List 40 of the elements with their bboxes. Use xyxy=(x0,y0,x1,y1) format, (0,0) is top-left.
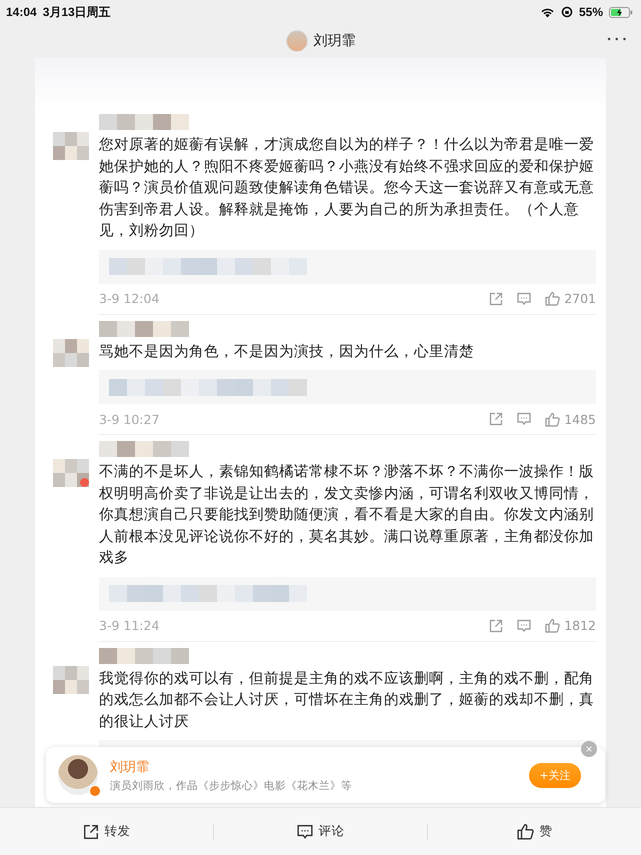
avatar[interactable] xyxy=(58,755,98,795)
battery-percent: 55% xyxy=(578,5,603,19)
share-icon xyxy=(82,824,98,840)
pixelated-avatar[interactable] xyxy=(53,459,89,487)
share-icon[interactable] xyxy=(489,292,504,306)
comment-icon[interactable] xyxy=(517,292,532,306)
pixelated-avatar[interactable] xyxy=(53,666,89,694)
more-button[interactable]: • • • xyxy=(604,32,631,46)
thumbs-up-icon[interactable] xyxy=(545,618,560,633)
share-icon[interactable] xyxy=(489,412,504,426)
comment-icon[interactable] xyxy=(517,412,532,426)
thumbs-up-icon xyxy=(516,823,534,840)
thumbs-up-icon[interactable] xyxy=(545,291,560,306)
comment-text: 不满的不是坏人，素锦知鹤橘诺常棣不坏？渺落不坏？不满你一波操作！版权明明高价卖了非说是让出去的，发文卖惨内涵，可谓名利双收又博同情，你真想演自己只要能找到赞助随便演，看不看是大家的自由。你发文内涵别人前根本没见评论说你不好的，莫名其妙。满口说尊重原著，主角都没你加戏多 xyxy=(99,462,595,568)
battery-icon xyxy=(609,6,633,18)
like-count: 1812 xyxy=(564,618,596,633)
wifi-icon xyxy=(540,6,555,18)
status-date: 3月13日周五 xyxy=(42,4,111,20)
like-button[interactable]: 赞 xyxy=(428,808,641,855)
user-description: 演员刘雨欣，作品《步步惊心》电影《花木兰》等 xyxy=(110,778,353,792)
rotation-lock-icon xyxy=(560,6,573,18)
page-title: 刘玥霏 xyxy=(314,32,356,50)
comment-button[interactable]: 评论 xyxy=(214,808,427,855)
pixelated-avatar[interactable] xyxy=(53,132,89,160)
status-time: 14:04 xyxy=(6,5,37,19)
comment-time: 3-9 12:04 xyxy=(99,291,160,306)
like-count: 1485 xyxy=(564,412,596,426)
verified-icon xyxy=(89,785,101,797)
pixelated-avatar[interactable] xyxy=(53,338,89,366)
comment-text: 骂她不是因为角色，不是因为演技，因为什么，心里清楚 xyxy=(99,342,475,362)
comment-time: 3-9 11:24 xyxy=(99,618,160,633)
share-icon[interactable] xyxy=(489,618,504,632)
share-button[interactable]: 转发 xyxy=(0,808,213,855)
comment-text: 您对原著的姬蘅有误解，才演成您自以为的样子？！什么以为帝君是唯一爱她保护她的人？煦阳不疼爱姬蘅吗？小燕没有始终不强求回应的爱和保护姬蘅吗？演员价值观问题致使解读角色错误。您今天这一套说辞又有意或无意伤害到帝君人设。解释就是掩饰，人要为自己的所为承担责任。（个人意见，刘粉勿回） xyxy=(99,135,595,241)
like-count: 2701 xyxy=(564,291,596,306)
comment-text: 我觉得你的戏可以有，但前提是主角的戏不应该删啊，主角的戏不删，配角的戏怎么加都不会让人讨厌，可惜坏在主角的戏删了，姬蘅的戏却不删，真的很让人讨厌 xyxy=(99,668,595,732)
comment-icon xyxy=(296,824,312,840)
comment-time: 3-9 10:27 xyxy=(99,412,160,426)
comment-icon[interactable] xyxy=(517,618,532,632)
thumbs-up-icon[interactable] xyxy=(545,412,560,426)
